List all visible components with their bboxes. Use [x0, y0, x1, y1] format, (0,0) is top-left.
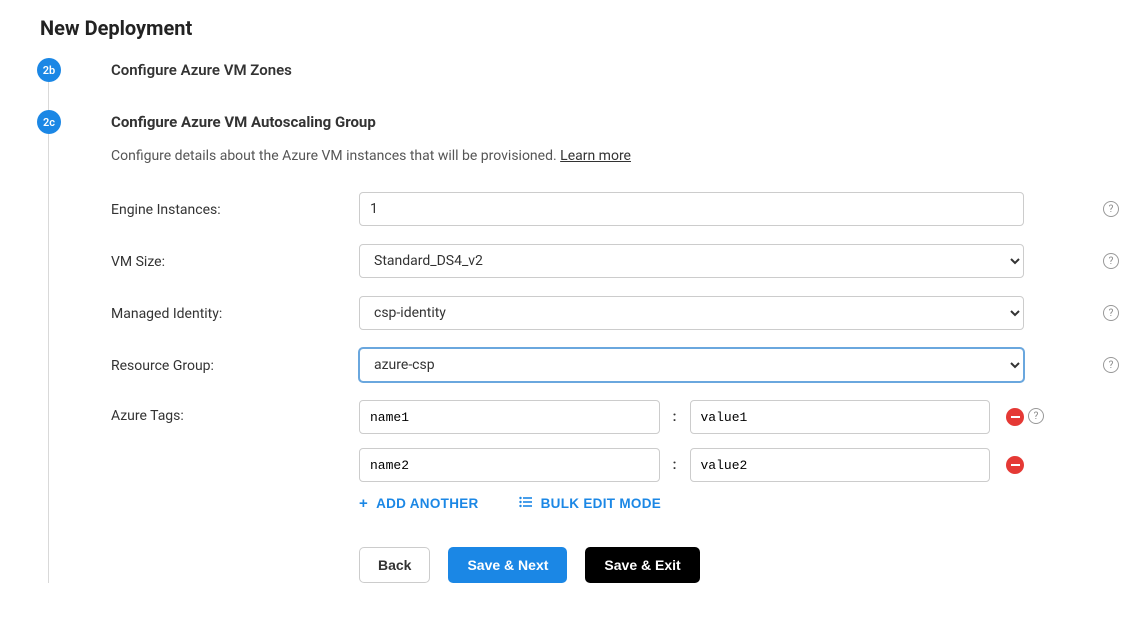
step-badge-2c: 2c — [37, 110, 61, 134]
save-next-button[interactable]: Save & Next — [448, 547, 567, 583]
tag-separator: : — [672, 409, 678, 425]
save-exit-button[interactable]: Save & Exit — [585, 547, 699, 583]
tag-value-input[interactable] — [690, 448, 991, 482]
help-icon[interactable]: ? — [1103, 201, 1119, 217]
vm-size-select[interactable]: Standard_DS4_v2 — [359, 244, 1024, 278]
page-title: New Deployment — [40, 16, 1123, 40]
help-icon[interactable]: ? — [1103, 357, 1119, 373]
resource-group-select[interactable]: azure-csp — [359, 348, 1024, 382]
row-azure-tags: Azure Tags: : : — [111, 400, 1123, 583]
add-another-label: ADD ANOTHER — [376, 496, 479, 511]
list-icon — [519, 496, 533, 511]
azure-tags-rows: : : + ADD ANOTHER — [359, 400, 1024, 583]
tag-name-input[interactable] — [359, 400, 660, 434]
row-vm-size: VM Size: Standard_DS4_v2 ? — [111, 244, 1123, 278]
tag-actions: + ADD ANOTHER — [359, 496, 1024, 511]
tag-row: : — [359, 448, 1024, 482]
row-managed-identity: Managed Identity: csp-identity ? — [111, 296, 1123, 330]
steps-timeline: 2b Configure Azure VM Zones 2c Configure… — [48, 58, 1123, 583]
tag-row: : — [359, 400, 1024, 434]
label-managed-identity: Managed Identity: — [111, 304, 359, 322]
tag-name-input[interactable] — [359, 448, 660, 482]
help-icon[interactable]: ? — [1028, 408, 1044, 424]
step-2c-desc-text: Configure details about the Azure VM ins… — [111, 148, 557, 164]
label-resource-group: Resource Group: — [111, 356, 359, 374]
help-icon[interactable]: ? — [1103, 305, 1119, 321]
managed-identity-select[interactable]: csp-identity — [359, 296, 1024, 330]
tag-value-input[interactable] — [690, 400, 991, 434]
step-2c-desc: Configure details about the Azure VM ins… — [111, 148, 1123, 164]
row-resource-group: Resource Group: azure-csp ? — [111, 348, 1123, 382]
bulk-edit-button[interactable]: BULK EDIT MODE — [519, 496, 661, 511]
step-2c-title: Configure Azure VM Autoscaling Group — [111, 110, 1123, 134]
row-engine-instances: Engine Instances: ? — [111, 192, 1123, 226]
add-another-button[interactable]: + ADD ANOTHER — [359, 496, 479, 511]
label-engine-instances: Engine Instances: — [111, 200, 359, 218]
engine-instances-input[interactable] — [359, 192, 1024, 226]
step-2b-title: Configure Azure VM Zones — [111, 58, 1123, 82]
help-icon[interactable]: ? — [1103, 253, 1119, 269]
bulk-edit-label: BULK EDIT MODE — [541, 496, 661, 511]
autoscaling-form: Engine Instances: ? VM Size: Standard_DS… — [111, 192, 1123, 583]
minus-icon — [1011, 464, 1020, 466]
step-badge-2b: 2b — [37, 58, 61, 82]
step-2b: 2b Configure Azure VM Zones — [49, 58, 1123, 82]
form-buttons: Back Save & Next Save & Exit — [359, 547, 1024, 583]
label-azure-tags: Azure Tags: — [111, 400, 359, 424]
minus-icon — [1011, 416, 1020, 418]
label-vm-size: VM Size: — [111, 252, 359, 270]
remove-tag-button[interactable] — [1006, 456, 1024, 474]
back-button[interactable]: Back — [359, 547, 430, 583]
remove-tag-button[interactable] — [1006, 408, 1024, 426]
learn-more-link[interactable]: Learn more — [560, 148, 631, 164]
tag-separator: : — [672, 457, 678, 473]
plus-icon: + — [359, 496, 368, 511]
step-2c: 2c Configure Azure VM Autoscaling Group … — [49, 110, 1123, 583]
